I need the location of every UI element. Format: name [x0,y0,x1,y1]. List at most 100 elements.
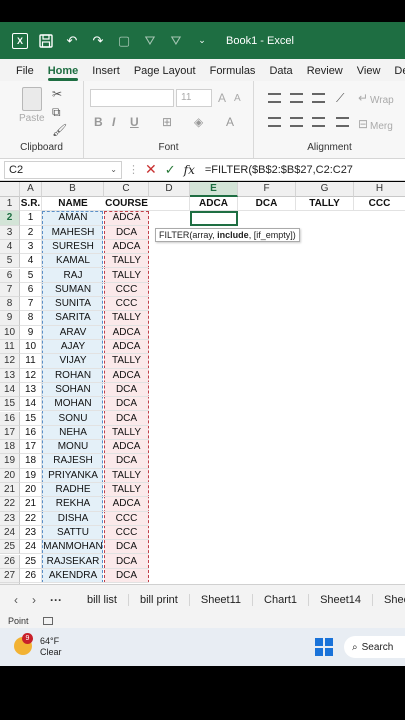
tab-home[interactable]: Home [41,65,86,81]
macro-record-icon[interactable] [42,617,53,625]
table-cell[interactable]: SARITA [42,311,104,326]
table-cell[interactable]: 17 [20,440,42,455]
tab-view[interactable]: View [350,65,388,81]
tab-review[interactable]: Review [300,65,350,81]
table-cell[interactable]: 18 [20,454,42,469]
cancel-icon[interactable]: ✕ [145,161,157,178]
align-top-icon[interactable] [268,93,281,103]
borders-icon[interactable]: ⊞ [162,115,172,129]
header-cell[interactable]: S.R. [20,197,42,212]
table-cell[interactable]: AMAN [42,211,104,226]
table-cell[interactable]: CCC [104,512,149,526]
table-cell[interactable]: DISHA [42,512,104,526]
wrap-text-label[interactable]: Wrap [370,95,394,106]
format-painter-icon[interactable]: 🖌 [52,123,67,137]
row-header[interactable]: 14 [0,382,20,398]
table-cell[interactable]: 25 [20,554,42,569]
row-header[interactable]: 19 [0,454,20,469]
sheet-prev-icon[interactable]: ‹ [14,593,18,607]
table-cell[interactable]: KAMAL [42,254,104,269]
sort-filter-icon[interactable]: ⛛ [166,31,186,51]
formula-input[interactable]: =FILTER($B$2:$B$27,C2:C27 [205,164,353,176]
table-cell[interactable]: TALLY [104,269,149,283]
header-cell[interactable]: ADCA [190,197,238,212]
fill-color-icon[interactable]: ◈ [194,115,203,129]
table-cell[interactable]: 6 [20,282,42,298]
sheet-tab[interactable]: bill list [76,594,128,606]
filter-icon[interactable]: ⛛ [140,31,160,51]
insert-function-icon[interactable]: fx [184,163,195,177]
sheet-tab[interactable]: Sheet12 [372,593,405,606]
table-cell[interactable]: 22 [20,511,42,526]
table-cell[interactable]: 24 [20,540,42,555]
customize-toolbar-icon[interactable]: ⌄ [192,31,212,51]
row-header[interactable]: 13 [0,368,20,383]
copy-icon[interactable]: ⧉ [52,105,61,120]
table-cell[interactable]: SONU [42,412,104,426]
row-header[interactable]: 9 [0,311,20,326]
table-cell[interactable]: 4 [20,254,42,269]
row-header[interactable]: 10 [0,325,20,340]
font-color-icon[interactable]: A [226,115,234,129]
table-cell[interactable]: ADCA [104,240,149,255]
table-cell[interactable]: DCA [104,397,149,412]
redo-icon[interactable]: ↷ [88,31,108,51]
column-header-h[interactable]: H [354,182,405,197]
italic-icon[interactable]: I [112,115,115,129]
row-header[interactable]: 22 [0,497,20,512]
table-cell[interactable]: TALLY [104,311,149,326]
table-cell[interactable]: 8 [20,311,42,326]
table-cell[interactable]: DCA [104,569,149,584]
table-cell[interactable]: PRIYANKA [42,469,104,483]
wrap-text-icon[interactable]: ↵ [358,91,368,105]
table-cell[interactable]: 21 [20,497,42,512]
row-header[interactable]: 17 [0,425,20,441]
table-cell[interactable]: MANMOHAN [42,540,104,555]
row-header[interactable]: 5 [0,254,20,269]
select-all-corner[interactable] [0,182,20,197]
header-cell[interactable]: DCA [238,197,296,212]
spreadsheet-grid[interactable]: A B C D E F G H 1 2 3 4 5 6 7 8 9 10 11 12 13 14 15 16 17 18 19 20 2… [0,182,405,584]
header-cell[interactable]: CCC [354,197,405,212]
table-cell[interactable]: TALLY [104,469,149,483]
decrease-indent-icon[interactable] [336,117,349,127]
undo-icon[interactable]: ↶ [62,31,82,51]
table-cell[interactable]: ADCA [104,211,149,226]
table-cell[interactable]: DCA [104,540,149,555]
table-cell[interactable]: AKENDRA [42,569,104,584]
table-cell[interactable]: CCC [104,526,149,541]
table-cell[interactable]: ADCA [104,497,149,512]
cut-icon[interactable]: ✂ [52,87,62,101]
header-cell[interactable]: COURSE [104,197,149,212]
table-cell[interactable]: ARAV [42,326,104,340]
table-cell[interactable]: SATTU [42,526,104,541]
table-cell[interactable]: DCA [104,555,149,569]
new-file-icon[interactable]: ▢ [114,31,134,51]
align-left-icon[interactable] [268,117,281,127]
table-cell[interactable]: RAJESH [42,454,104,469]
sheet-next-icon[interactable]: › [32,593,36,607]
table-cell[interactable]: MONU [42,440,104,455]
table-cell[interactable]: SOHAN [42,383,104,398]
table-cell[interactable]: CCC [104,297,149,312]
table-cell[interactable]: 13 [20,382,42,398]
row-header[interactable]: 16 [0,411,20,426]
table-cell[interactable]: 19 [20,468,42,483]
increase-font-icon[interactable]: A [218,91,226,105]
table-cell[interactable]: MOHAN [42,397,104,412]
table-cell[interactable]: 23 [20,525,42,541]
table-cell[interactable]: 14 [20,397,42,412]
table-cell[interactable]: RAJSEKAR [42,555,104,569]
table-cell[interactable]: TALLY [104,483,149,498]
header-cell[interactable]: NAME [42,197,104,212]
row-header[interactable]: 25 [0,540,20,555]
row-header[interactable]: 6 [0,268,20,283]
decrease-font-icon[interactable]: A [234,93,241,104]
row-header[interactable]: 27 [0,568,20,584]
font-size-select[interactable]: 11 [176,89,212,107]
table-cell[interactable]: TALLY [104,354,149,369]
enter-icon[interactable]: ✓ [165,162,176,178]
table-cell[interactable]: 20 [20,483,42,498]
row-header[interactable]: 3 [0,225,20,240]
column-header-e[interactable]: E [190,182,238,197]
